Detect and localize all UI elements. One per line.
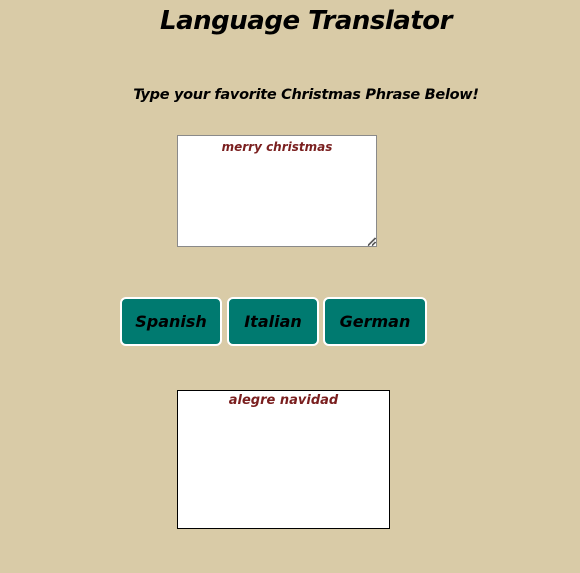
spanish-button[interactable]: Spanish xyxy=(120,297,222,346)
instruction-text: Type your favorite Christmas Phrase Belo… xyxy=(133,87,479,103)
german-button[interactable]: German xyxy=(323,297,427,346)
translation-output: alegre navidad xyxy=(177,390,390,529)
phrase-input[interactable]: merry christmas xyxy=(177,135,377,247)
page-title: Language Translator xyxy=(160,6,452,36)
translation-text: alegre navidad xyxy=(228,393,339,408)
italian-button[interactable]: Italian xyxy=(227,297,319,346)
